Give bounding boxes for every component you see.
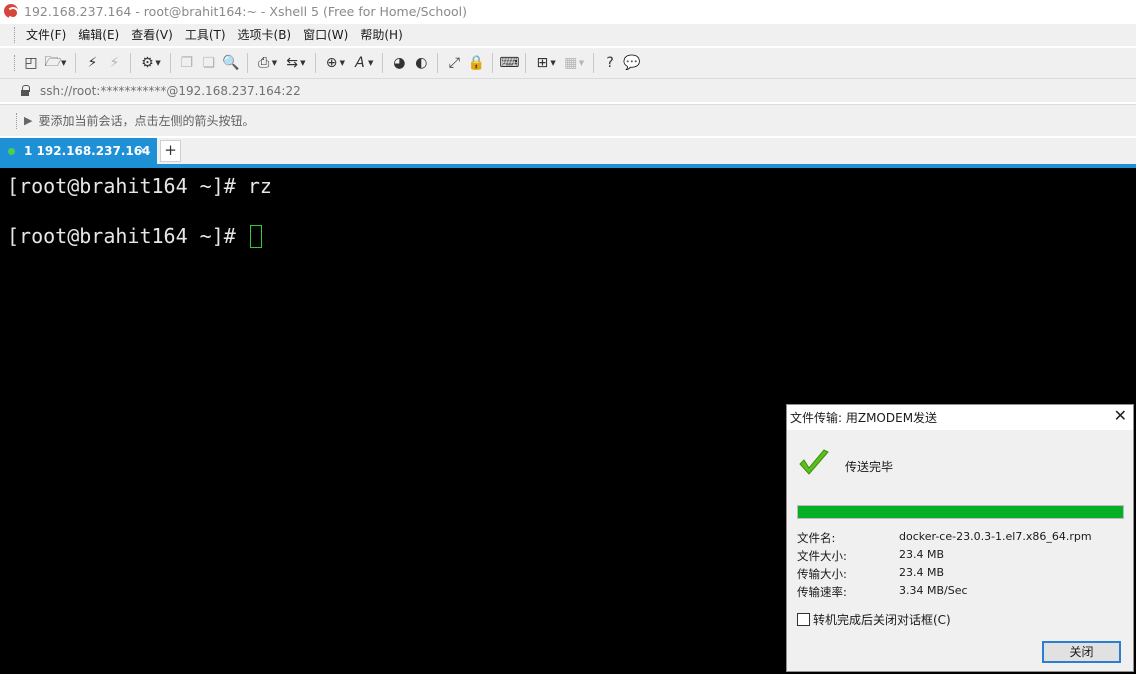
address-bar: ssh://root:***********@192.168.237.164:2… bbox=[0, 78, 1136, 102]
terminal-line: [root@brahit164 ~]# bbox=[7, 224, 262, 248]
filesize-label: 文件大小: bbox=[797, 549, 847, 563]
session-address[interactable]: ssh://root:***********@192.168.237.164:2… bbox=[40, 84, 301, 98]
add-tab-button[interactable]: + bbox=[160, 140, 181, 162]
grip-handle bbox=[14, 55, 16, 71]
chat-icon[interactable]: 💬 bbox=[621, 52, 643, 74]
auto-close-label[interactable]: 转机完成后关闭对话框(C) bbox=[813, 611, 951, 628]
progress-fill bbox=[798, 506, 1123, 518]
chevron-down-icon[interactable]: ▼ bbox=[300, 59, 305, 67]
grip-handle bbox=[16, 112, 18, 129]
arrow-right-icon[interactable]: ▶ bbox=[24, 114, 32, 127]
script-icon[interactable]: ◐ bbox=[410, 52, 432, 74]
toolbar-divider bbox=[314, 53, 316, 73]
rate-label: 传输速率: bbox=[797, 585, 847, 599]
help-icon[interactable]: ? bbox=[599, 52, 621, 74]
rate-value: 3.34 MB/Sec bbox=[899, 584, 968, 597]
transfer-status: 传送完毕 bbox=[845, 460, 894, 474]
paste-icon[interactable]: ❏ bbox=[198, 52, 220, 74]
new-session-icon[interactable]: ◰ bbox=[20, 52, 42, 74]
menu-tools[interactable]: 工具(T) bbox=[179, 25, 232, 45]
connected-status-icon bbox=[8, 147, 15, 155]
toolbar-divider bbox=[437, 53, 439, 73]
chevron-down-icon[interactable]: ▼ bbox=[550, 59, 555, 67]
auto-close-option[interactable]: 转机完成后关闭对话框(C) bbox=[797, 611, 951, 628]
toolbar-divider bbox=[75, 53, 77, 73]
terminal-prompt: [root@brahit164 ~]# bbox=[7, 224, 248, 248]
grip-handle bbox=[14, 27, 16, 43]
menu-view[interactable]: 查看(V) bbox=[125, 25, 179, 45]
terminal-cursor bbox=[249, 225, 262, 248]
fullscreen-icon[interactable]: ⤢ bbox=[443, 52, 465, 74]
toolbar-divider bbox=[169, 53, 171, 73]
title-bar: 192.168.237.164 - root@brahit164:~ - Xsh… bbox=[0, 0, 1136, 22]
file-transfer-dialog: 文件传输: 用ZMODEM发送 ✕ 传送完毕 文件名: docker-ce-23… bbox=[786, 404, 1134, 672]
terminal-line: [root@brahit164 ~]# rz bbox=[7, 174, 272, 198]
keyboard-icon[interactable]: ⌨ bbox=[498, 52, 520, 74]
hint-text: 要添加当前会话，点击左侧的箭头按钮。 bbox=[38, 114, 255, 128]
find-icon[interactable]: 🔍 bbox=[220, 52, 242, 74]
toolbar-divider bbox=[525, 53, 527, 73]
xftp-icon[interactable]: ◕ bbox=[388, 52, 410, 74]
auto-close-checkbox[interactable] bbox=[797, 613, 810, 626]
window-title: 192.168.237.164 - root@brahit164:~ - Xsh… bbox=[24, 3, 467, 19]
filesize-value: 23.4 MB bbox=[899, 548, 945, 561]
toolbar-divider bbox=[492, 53, 494, 73]
tab-strip: 1 192.168.237.164 × + bbox=[0, 138, 1136, 164]
toolbar-divider bbox=[382, 53, 384, 73]
tab-session[interactable]: 1 192.168.237.164 × bbox=[0, 138, 157, 164]
progress-bar bbox=[797, 505, 1124, 519]
lock-icon[interactable]: 🔒 bbox=[465, 52, 487, 74]
toolbar-divider bbox=[246, 53, 248, 73]
menu-help[interactable]: 帮助(H) bbox=[354, 25, 408, 45]
xshell-logo-icon bbox=[4, 4, 19, 19]
menu-file[interactable]: 文件(F) bbox=[20, 25, 72, 45]
menu-edit[interactable]: 编辑(E) bbox=[72, 25, 125, 45]
session-hint-bar: ▶ 要添加当前会话，点击左侧的箭头按钮。 bbox=[0, 104, 1136, 136]
toolbar-divider bbox=[130, 53, 132, 73]
tab-label: 1 192.168.237.164 bbox=[24, 144, 151, 158]
transferred-label: 传输大小: bbox=[797, 567, 847, 581]
menu-window[interactable]: 窗口(W) bbox=[297, 25, 354, 45]
toolbar: ◰ 🗁 ▼ ⚡ ⚡ ⚙ ▼ ❐ ❏ 🔍 ⎙ ▼ ⇆ ▼ ⊕ ▼ A ▼ ◕ ◐ ⤢ 🔒 ⌨ … bbox=[0, 48, 1136, 78]
toolbar-divider bbox=[593, 53, 595, 73]
checkmark-icon bbox=[799, 449, 829, 475]
close-button[interactable]: 关闭 bbox=[1042, 641, 1121, 663]
chevron-down-icon[interactable]: ▼ bbox=[579, 59, 584, 67]
chevron-down-icon[interactable]: ▼ bbox=[155, 59, 160, 67]
dialog-title-bar: 文件传输: 用ZMODEM发送 ✕ bbox=[787, 405, 1133, 430]
filename-value: docker-ce-23.0.3-1.el7.x86_64.rpm bbox=[899, 530, 1092, 543]
chevron-down-icon[interactable]: ▼ bbox=[272, 59, 277, 67]
disconnect-icon[interactable]: ⚡ bbox=[103, 52, 125, 74]
transferred-value: 23.4 MB bbox=[899, 566, 945, 579]
lock-icon bbox=[20, 84, 30, 97]
chevron-down-icon[interactable]: ▼ bbox=[340, 59, 345, 67]
chevron-down-icon[interactable]: ▼ bbox=[368, 59, 373, 67]
connect-icon[interactable]: ⚡ bbox=[81, 52, 103, 74]
copy-icon[interactable]: ❐ bbox=[176, 52, 198, 74]
chevron-down-icon[interactable]: ▼ bbox=[61, 59, 66, 67]
close-icon[interactable]: ✕ bbox=[1114, 406, 1127, 425]
menu-tabs[interactable]: 选项卡(B) bbox=[232, 25, 298, 45]
filename-label: 文件名: bbox=[797, 531, 836, 545]
menu-bar: 文件(F) 编辑(E) 查看(V) 工具(T) 选项卡(B) 窗口(W) 帮助(… bbox=[0, 24, 1136, 46]
close-icon[interactable]: × bbox=[138, 143, 148, 157]
dialog-title: 文件传输: 用ZMODEM发送 bbox=[790, 411, 938, 425]
